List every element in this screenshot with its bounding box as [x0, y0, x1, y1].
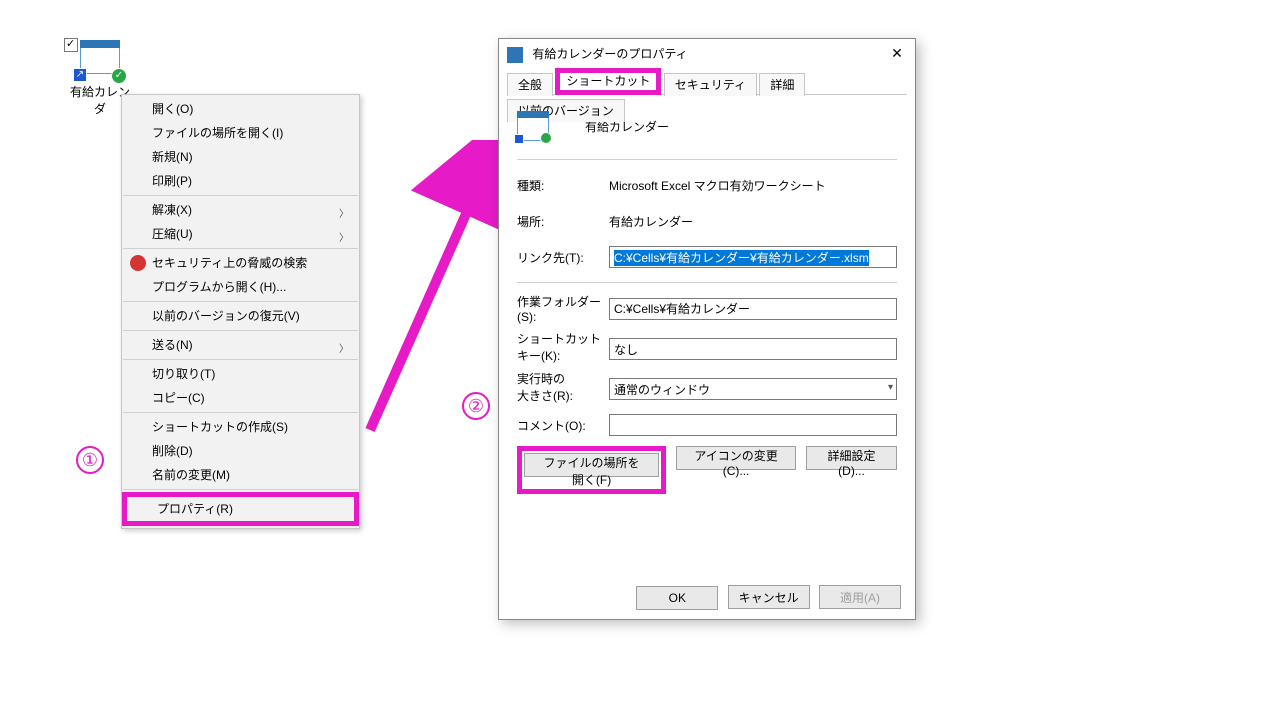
location-label: 場所:: [517, 213, 609, 230]
run-size-label: 実行時の: [517, 372, 565, 386]
menu-print[interactable]: 印刷(P): [122, 169, 359, 193]
properties-dialog: 有給カレンダーのプロパティ ✕ 全般 ショートカット セキュリティ 詳細 以前の…: [498, 38, 916, 620]
context-menu: 開く(O) ファイルの場所を開く(I) 新規(N) 印刷(P) 解凍(X)〉 圧…: [121, 94, 360, 529]
close-button[interactable]: ✕: [885, 43, 909, 65]
shortcut-key-label: ショートカット: [517, 332, 601, 346]
menu-send-to[interactable]: 送る(N)〉: [122, 333, 359, 357]
menu-restore-previous[interactable]: 以前のバージョンの復元(V): [122, 304, 359, 328]
annotation-step-2: ②: [462, 392, 490, 420]
menu-open[interactable]: 開く(O): [122, 97, 359, 121]
tab-general[interactable]: 全般: [507, 73, 553, 96]
menu-open-with[interactable]: プログラムから開く(H)...: [122, 275, 359, 299]
workdir-label: 作業フォルダー(S):: [517, 293, 609, 324]
menu-cut[interactable]: 切り取り(T): [122, 362, 359, 386]
shield-icon: [130, 255, 146, 271]
open-file-location-button[interactable]: ファイルの場所を開く(F): [524, 453, 659, 477]
shortcut-key-input[interactable]: [609, 338, 897, 360]
location-value: 有給カレンダー: [609, 213, 897, 230]
type-value: Microsoft Excel マクロ有効ワークシート: [609, 177, 897, 194]
tab-security[interactable]: セキュリティ: [664, 73, 757, 96]
menu-compress[interactable]: 圧縮(U)〉: [122, 222, 359, 246]
chevron-right-icon: 〉: [339, 338, 349, 362]
menu-open-file-location[interactable]: ファイルの場所を開く(I): [122, 121, 359, 145]
dialog-titlebar[interactable]: 有給カレンダーのプロパティ ✕: [499, 39, 915, 69]
apply-button[interactable]: 適用(A): [819, 585, 901, 609]
dialog-tabs: 全般 ショートカット セキュリティ 詳細 以前のバージョン: [507, 71, 907, 95]
tab-details[interactable]: 詳細: [759, 73, 805, 96]
annotation-step-1: ①: [76, 446, 104, 474]
tab-shortcut[interactable]: ショートカット: [555, 68, 661, 95]
chevron-right-icon: 〉: [339, 227, 349, 251]
menu-rename[interactable]: 名前の変更(M): [122, 463, 359, 487]
target-label: リンク先(T):: [517, 249, 609, 266]
ok-button[interactable]: OK: [636, 586, 718, 610]
menu-create-shortcut[interactable]: ショートカットの作成(S): [122, 415, 359, 439]
dialog-footer: OK キャンセル 適用(A): [499, 577, 915, 619]
calendar-icon: [517, 111, 549, 141]
cancel-button[interactable]: キャンセル: [728, 585, 810, 609]
change-icon-button[interactable]: アイコンの変更(C)...: [676, 446, 796, 470]
calendar-shortcut-icon: ↗ ✓: [75, 38, 125, 80]
menu-properties[interactable]: プロパティ(R): [127, 497, 354, 521]
menu-security-scan[interactable]: セキュリティ上の脅威の検索: [122, 251, 359, 275]
workdir-input[interactable]: [609, 298, 897, 320]
menu-new[interactable]: 新規(N): [122, 145, 359, 169]
target-input[interactable]: C:¥Cells¥有給カレンダー¥有給カレンダー.xlsm: [609, 246, 897, 268]
menu-copy[interactable]: コピー(C): [122, 386, 359, 410]
run-size-select[interactable]: [609, 378, 897, 400]
comment-input[interactable]: [609, 414, 897, 436]
annotation-highlight-open-location: ファイルの場所を開く(F): [517, 446, 666, 494]
menu-delete[interactable]: 削除(D): [122, 439, 359, 463]
dialog-title: 有給カレンダーのプロパティ: [532, 47, 687, 61]
annotation-highlight-properties: プロパティ(R): [122, 492, 359, 526]
comment-label: コメント(O):: [517, 417, 609, 434]
advanced-button[interactable]: 詳細設定(D)...: [806, 446, 897, 470]
type-label: 種類:: [517, 177, 609, 194]
calendar-icon: [507, 47, 523, 63]
annotation-arrow: [360, 140, 520, 440]
menu-thaw[interactable]: 解凍(X)〉: [122, 198, 359, 222]
